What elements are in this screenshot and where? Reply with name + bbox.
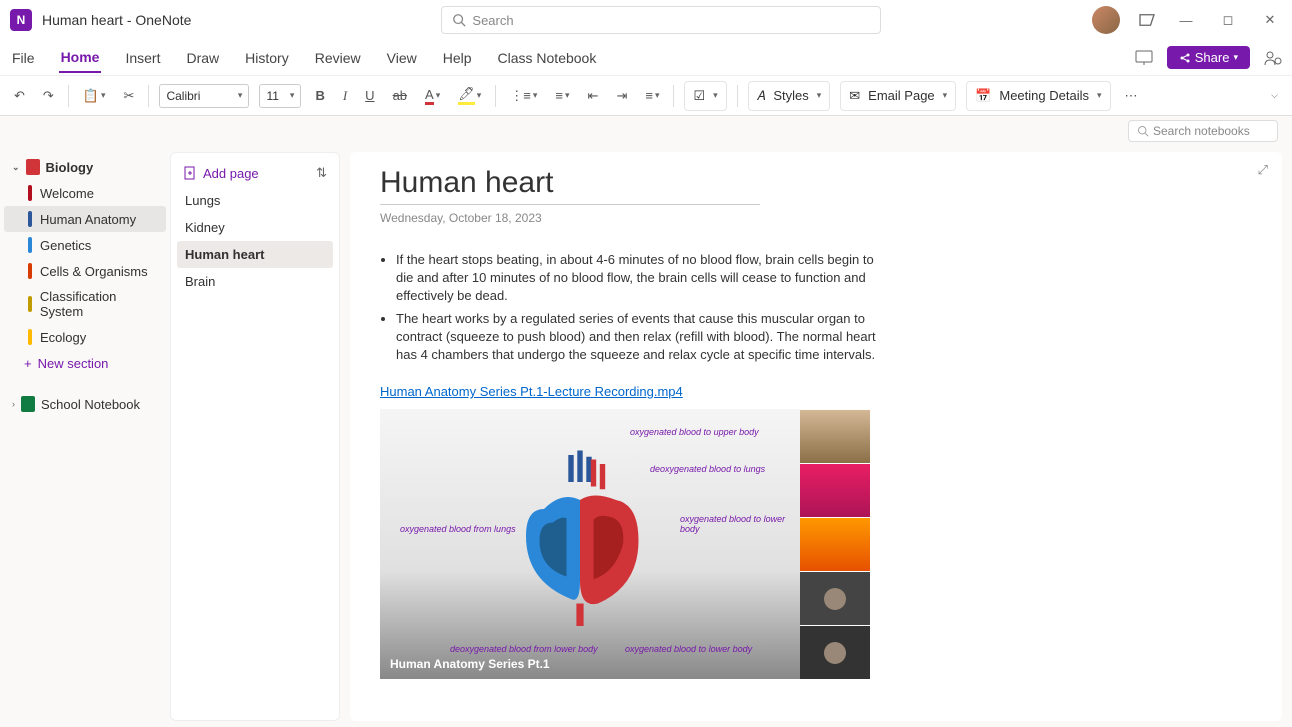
font-color-button[interactable]: A▾ (421, 85, 444, 107)
section-welcome[interactable]: Welcome (4, 180, 166, 206)
page-date: Wednesday, October 18, 2023 (380, 211, 1252, 225)
bold-button[interactable]: B (311, 86, 328, 105)
menu-help[interactable]: Help (441, 44, 474, 72)
participant-thumb[interactable] (800, 625, 870, 679)
share-button[interactable]: Share ▾ (1167, 46, 1250, 69)
menu-insert[interactable]: Insert (123, 44, 162, 72)
section-cells-organisms[interactable]: Cells & Organisms (4, 258, 166, 284)
notebook-sidebar: ⌄ Biology Welcome Human Anatomy Genetics… (0, 146, 170, 727)
undo-button[interactable]: ↶ (10, 86, 29, 106)
more-commands-button[interactable]: ⋯ (1121, 86, 1142, 106)
menu-home[interactable]: Home (59, 43, 102, 73)
global-search-input[interactable]: Search (441, 6, 881, 34)
new-section-button[interactable]: +New section (4, 350, 166, 377)
add-page-icon (183, 166, 197, 180)
ribbon-collapse-button[interactable]: ⌵ (1267, 88, 1282, 103)
minimize-button[interactable]: — (1174, 13, 1198, 28)
notification-icon[interactable] (1138, 13, 1156, 27)
menu-draw[interactable]: Draw (184, 44, 221, 72)
workspace: ⌄ Biology Welcome Human Anatomy Genetics… (0, 146, 1292, 727)
underline-button[interactable]: U (361, 86, 378, 105)
tag-group[interactable]: ☑▾ (684, 81, 726, 111)
menu-class-notebook[interactable]: Class Notebook (496, 44, 599, 72)
add-page-button[interactable]: Add page ⇅ (177, 159, 333, 187)
participant-thumb[interactable] (800, 409, 870, 463)
menu-view[interactable]: View (385, 44, 419, 72)
plus-icon: + (24, 356, 32, 371)
page-list: Add page ⇅ Lungs Kidney Human heart Brai… (170, 152, 340, 721)
indent-button[interactable]: ⇥ (612, 86, 631, 106)
heart-diagram (490, 437, 670, 635)
page-brain[interactable]: Brain (177, 268, 333, 295)
notebook-icon (26, 159, 40, 175)
search-icon (1137, 125, 1149, 137)
sort-icon[interactable]: ⇅ (316, 165, 327, 181)
page-canvas[interactable]: ⤢ Human heart Wednesday, October 18, 202… (350, 152, 1282, 721)
strikethrough-button[interactable]: ab (389, 86, 411, 105)
close-button[interactable]: ✕ (1258, 12, 1282, 28)
meeting-details-button[interactable]: 📅 Meeting Details▾ (966, 81, 1110, 111)
bullet-item[interactable]: The heart works by a regulated series of… (396, 310, 880, 365)
expand-icon[interactable]: ⤢ (1258, 162, 1268, 178)
notebook-icon (21, 396, 35, 412)
window-title: Human heart - OneNote (42, 12, 191, 28)
video-main-frame[interactable]: oxygenated blood to upper body deoxygena… (380, 409, 800, 679)
paste-button[interactable]: 📋▾ (79, 86, 110, 106)
video-participants (800, 409, 870, 679)
section-classification[interactable]: Classification System (4, 284, 166, 324)
menu-review[interactable]: Review (313, 44, 363, 72)
titlebar: N Human heart - OneNote Search — ◻ ✕ (0, 0, 1292, 40)
font-size-select[interactable]: 11▾ (259, 84, 301, 108)
video-embed[interactable]: oxygenated blood to upper body deoxygena… (380, 409, 870, 679)
section-genetics[interactable]: Genetics (4, 232, 166, 258)
participant-thumb[interactable] (800, 571, 870, 625)
bullet-list-button[interactable]: ⋮≡▾ (506, 86, 541, 106)
outdent-button[interactable]: ⇤ (584, 86, 603, 106)
note-bullets[interactable]: If the heart stops beating, in about 4-6… (380, 251, 880, 364)
number-list-button[interactable]: ≡▾ (551, 86, 573, 105)
search-placeholder: Search (472, 13, 513, 28)
lecture-recording-link[interactable]: Human Anatomy Series Pt.1-Lecture Record… (380, 384, 683, 399)
format-painter-button[interactable]: ✂ (120, 86, 139, 106)
chevron-right-icon: › (12, 399, 15, 409)
align-button[interactable]: ≡▾ (641, 86, 663, 105)
participant-thumb[interactable] (800, 517, 870, 571)
redo-button[interactable]: ↷ (39, 86, 58, 106)
participant-thumb[interactable] (800, 463, 870, 517)
maximize-button[interactable]: ◻ (1216, 12, 1240, 28)
menubar: File Home Insert Draw History Review Vie… (0, 40, 1292, 76)
person-sync-icon[interactable] (1264, 50, 1282, 66)
search-notebooks-row: Search notebooks (0, 116, 1292, 146)
page-human-heart[interactable]: Human heart (177, 241, 333, 268)
italic-button[interactable]: I (339, 86, 351, 106)
section-human-anatomy[interactable]: Human Anatomy (4, 206, 166, 232)
menu-history[interactable]: History (243, 44, 291, 72)
notebook-biology[interactable]: ⌄ Biology (4, 154, 166, 180)
styles-button[interactable]: 𝐴 Styles▾ (748, 81, 831, 111)
search-icon (452, 13, 466, 27)
onenote-app-icon: N (10, 9, 32, 31)
email-page-button[interactable]: ✉ Email Page▾ (840, 81, 956, 111)
menu-file[interactable]: File (10, 44, 37, 72)
page-title[interactable]: Human heart (380, 166, 760, 205)
search-notebooks-input[interactable]: Search notebooks (1128, 120, 1278, 142)
notebook-school[interactable]: › School Notebook (4, 391, 166, 417)
font-family-select[interactable]: Calibri▾ (159, 84, 249, 108)
present-icon[interactable] (1135, 50, 1153, 66)
section-ecology[interactable]: Ecology (4, 324, 166, 350)
page-lungs[interactable]: Lungs (177, 187, 333, 214)
page-kidney[interactable]: Kidney (177, 214, 333, 241)
video-caption: Human Anatomy Series Pt.1 (390, 657, 550, 671)
chevron-down-icon: ⌄ (12, 162, 20, 173)
highlight-button[interactable]: 🖊▾ (454, 84, 485, 107)
bullet-item[interactable]: If the heart stops beating, in about 4-6… (396, 251, 880, 306)
share-icon (1179, 52, 1191, 64)
user-avatar[interactable] (1092, 6, 1120, 34)
ribbon: ↶ ↷ 📋▾ ✂ Calibri▾ 11▾ B I U ab A▾ 🖊▾ ⋮≡▾… (0, 76, 1292, 116)
